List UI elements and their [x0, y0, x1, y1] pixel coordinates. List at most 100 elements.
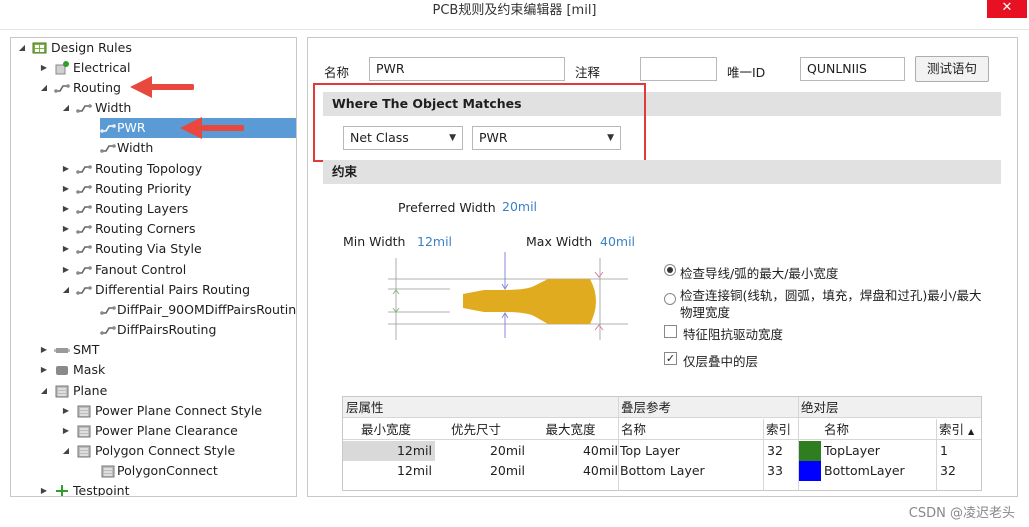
routing-icon — [76, 245, 92, 254]
routing-icon — [76, 266, 92, 275]
annotation-arrow-icon — [130, 76, 194, 98]
cell-max[interactable]: 40mil — [525, 461, 618, 481]
uid-label: 唯一ID — [727, 65, 766, 80]
collapse-icon[interactable]: ◢ — [17, 38, 27, 58]
name-label: 名称 — [324, 65, 350, 80]
collapse-icon[interactable]: ◢ — [39, 381, 49, 401]
tree-label: Power Plane Clearance — [95, 423, 238, 438]
expand-icon[interactable]: ▶ — [61, 219, 71, 239]
tree-label: Routing — [73, 80, 121, 95]
electrical-icon — [55, 61, 69, 75]
expand-icon[interactable]: ▶ — [39, 58, 49, 78]
tree-label: SMT — [73, 342, 100, 357]
uid-field[interactable]: QUNLNIIS — [800, 57, 905, 81]
col-layer-name[interactable]: 名称 — [618, 419, 763, 440]
tree-label: Electrical — [73, 60, 131, 75]
tree-label: Polygon Connect Style — [95, 443, 236, 458]
plane-icon — [77, 425, 91, 438]
annotation-arrow-icon — [180, 117, 244, 139]
check-copper-radio[interactable] — [664, 293, 676, 305]
cell-pref[interactable]: 20mil — [435, 441, 525, 461]
tree-label: Differential Pairs Routing — [95, 282, 251, 297]
routing-icon — [76, 104, 92, 113]
expand-icon[interactable]: ▶ — [61, 159, 71, 179]
col-layer-index[interactable]: 索引 — [763, 419, 798, 440]
col-color — [798, 419, 821, 440]
col-abs-index-label: 索引 — [939, 422, 965, 437]
tree-label: Mask — [73, 362, 106, 377]
cell-pref[interactable]: 20mil — [435, 461, 525, 481]
routing-icon — [76, 286, 92, 295]
comment-label: 注释 — [575, 65, 601, 80]
smt-icon — [54, 348, 70, 353]
collapse-icon[interactable]: ◢ — [61, 280, 71, 300]
name-field[interactable]: PWR — [369, 57, 565, 81]
routing-icon — [76, 225, 92, 234]
col-preferred[interactable]: 优先尺寸 — [429, 419, 523, 440]
layer-stack-checkbox[interactable]: ✓ — [664, 352, 677, 365]
preferred-width-label: Preferred Width — [398, 200, 496, 215]
trace-width-illustration — [388, 252, 628, 340]
cell-abs-index: 32 — [940, 463, 956, 478]
routing-icon — [100, 124, 116, 133]
col-abs-name[interactable]: 名称 — [821, 419, 936, 440]
highlight-box — [313, 83, 646, 162]
routing-icon — [76, 185, 92, 194]
testpoint-icon — [56, 485, 68, 496]
cell-layer-name: Bottom Layer — [620, 463, 705, 478]
layer-stack-label: 仅层叠中的层 — [683, 354, 759, 369]
expand-icon[interactable]: ▶ — [61, 239, 71, 259]
tree-label: Routing Topology — [95, 161, 203, 176]
cell-min[interactable]: 12mil — [343, 441, 435, 461]
tree-label: Fanout Control — [95, 262, 187, 277]
divider — [763, 419, 764, 490]
cell-abs-index: 1 — [940, 443, 948, 458]
cell-layer-index: 32 — [767, 443, 783, 458]
preferred-width-value[interactable]: 20mil — [502, 199, 537, 214]
check-arc-radio[interactable] — [664, 264, 676, 276]
window-title: PCB规则及约束编辑器 [mil] — [432, 3, 597, 18]
expand-icon[interactable]: ▶ — [39, 360, 49, 380]
comment-field[interactable] — [640, 57, 717, 81]
cell-max[interactable]: 40mil — [525, 441, 618, 461]
routing-icon — [76, 165, 92, 174]
tree-label: DiffPair_90OMDiffPairsRouting — [117, 302, 297, 317]
rules-tree[interactable]: ◢ Design Rules ▶ Electrical ◢ Routing ◢ … — [10, 37, 297, 497]
col-max-width[interactable]: 最大宽度 — [523, 419, 618, 440]
tree-label: DiffPairsRouting — [117, 322, 217, 337]
routing-icon — [100, 144, 116, 153]
collapse-icon[interactable]: ◢ — [61, 98, 71, 118]
plane-icon — [101, 465, 115, 478]
expand-icon[interactable]: ▶ — [61, 179, 71, 199]
watermark: CSDN @凌迟老头 — [908, 506, 1015, 521]
tree-label: Testpoint — [73, 483, 130, 497]
cell-layer-index: 33 — [767, 463, 783, 478]
expand-icon[interactable]: ▶ — [39, 481, 49, 496]
tree-label: Routing Via Style — [95, 241, 202, 256]
tree-label: Power Plane Connect Style — [95, 403, 263, 418]
constraints-section-header: 约束 — [323, 160, 1001, 184]
routing-icon — [100, 326, 116, 335]
cell-min[interactable]: 12mil — [343, 461, 435, 481]
check-arc-label: 检查导线/弧的最大/最小宽度 — [680, 266, 839, 281]
test-query-button[interactable]: 测试语句 — [915, 56, 989, 82]
impedance-checkbox[interactable] — [664, 325, 677, 338]
mask-icon — [56, 366, 68, 375]
expand-icon[interactable]: ▶ — [61, 199, 71, 219]
cell-abs-name: TopLayer — [824, 443, 880, 458]
collapse-icon[interactable]: ◢ — [61, 441, 71, 461]
collapse-icon[interactable]: ◢ — [39, 78, 49, 98]
cell-layer-name: Top Layer — [620, 443, 680, 458]
expand-icon[interactable]: ▶ — [61, 260, 71, 280]
col-abs-index[interactable]: 索引 ▲ — [936, 419, 981, 440]
plane-icon — [55, 385, 69, 398]
tree-label: Design Rules — [51, 40, 132, 55]
routing-icon — [54, 84, 70, 93]
plane-icon — [77, 405, 91, 418]
col-min-width[interactable]: 最小宽度 — [343, 419, 429, 440]
expand-icon[interactable]: ▶ — [61, 401, 71, 421]
close-button[interactable]: ✕ — [987, 0, 1027, 18]
expand-icon[interactable]: ▶ — [39, 340, 49, 360]
tree-label: Width — [117, 140, 154, 155]
expand-icon[interactable]: ▶ — [61, 421, 71, 441]
